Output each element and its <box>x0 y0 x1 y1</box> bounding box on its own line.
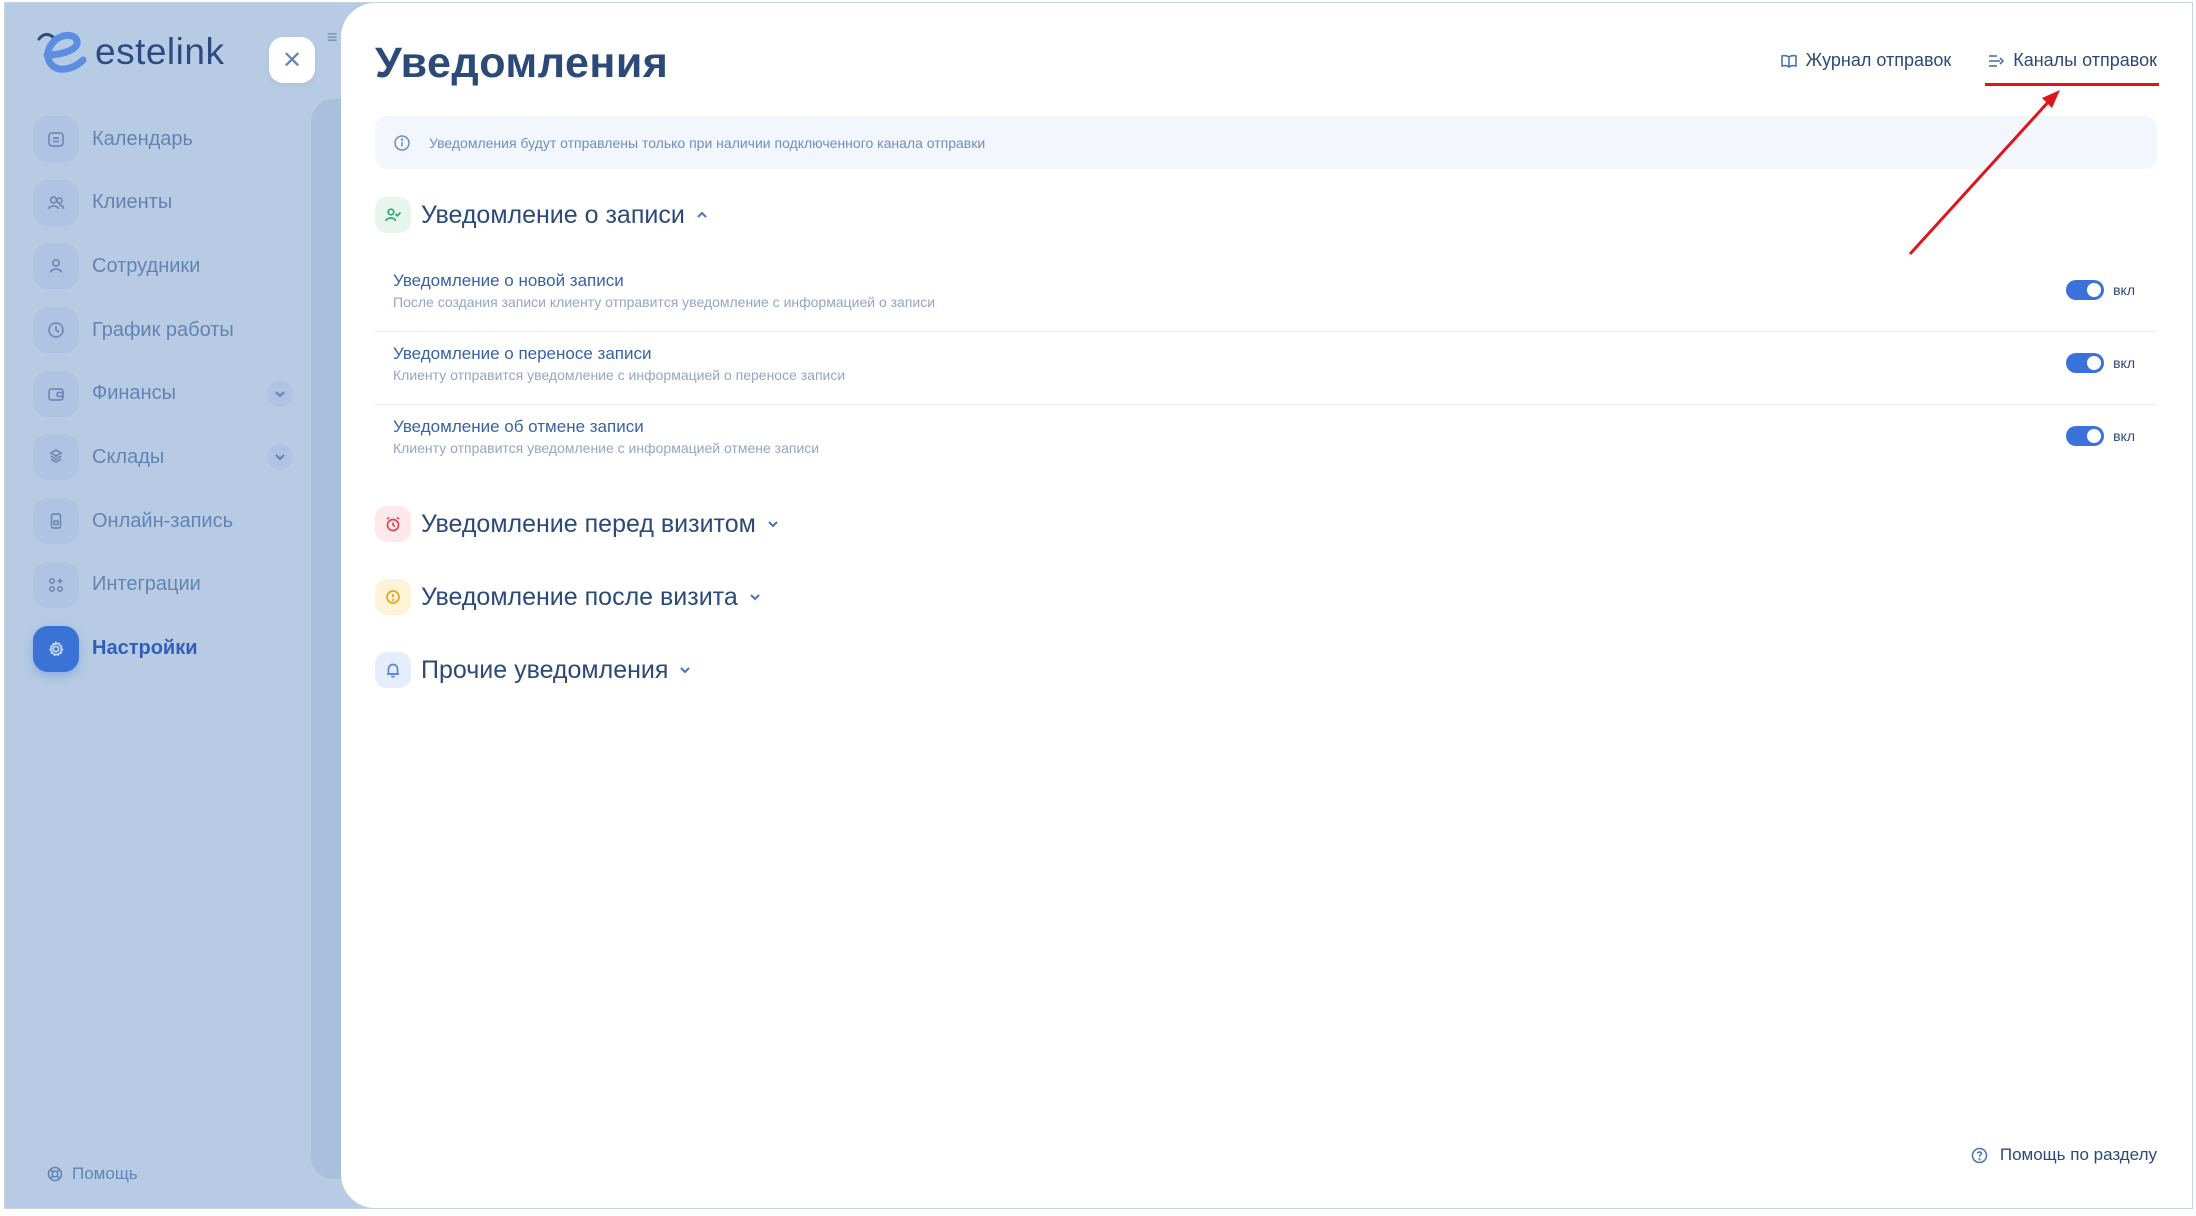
gear-icon <box>33 625 79 672</box>
clients-icon <box>33 179 79 226</box>
sidebar-item-label: Финансы <box>92 382 176 405</box>
sidebar-item-staff[interactable]: Сотрудники <box>33 242 293 290</box>
info-banner: Уведомления будут отправлены только при … <box>375 116 2157 169</box>
section-other-header[interactable]: Прочие уведомления <box>375 652 692 688</box>
toggle-new-booking[interactable]: вкл <box>2066 280 2135 300</box>
toggle-switch[interactable] <box>2066 426 2105 446</box>
info-icon <box>394 134 410 151</box>
sidebar-nav: Календарь Клиенты Сотрудники График рабо… <box>33 115 293 688</box>
sidebar-item-label: Интеграции <box>92 573 201 596</box>
logo-icon <box>37 32 87 73</box>
section-before-visit-header[interactable]: Уведомление перед визитом <box>375 506 780 542</box>
sidebar-item-schedule[interactable]: График работы <box>33 306 293 354</box>
user-icon <box>33 243 79 290</box>
sidebar-item-label: Склады <box>92 445 165 468</box>
toggle-switch[interactable] <box>2066 280 2105 300</box>
info-text: Уведомления будут отправлены только при … <box>429 134 986 151</box>
toggle-label: вкл <box>2113 355 2135 371</box>
row-description: Клиенту отправится уведомление с информа… <box>393 440 820 456</box>
toggle-label: вкл <box>2113 428 2135 444</box>
section-help-link[interactable]: Помощь по разделу <box>1971 1145 2157 1165</box>
sidebar-item-settings[interactable]: Настройки <box>33 625 293 673</box>
menu-icon: ≡ <box>327 27 338 47</box>
boxes-icon <box>33 434 79 481</box>
channels-icon <box>1989 54 2005 67</box>
sidebar: estelink ✕ Календарь Клиенты Сотрудники … <box>5 3 335 1208</box>
chevron-up-icon <box>695 208 709 222</box>
list-item: Уведомление о переносе записи Клиенту от… <box>375 332 2157 405</box>
sidebar-item-label: График работы <box>92 318 234 341</box>
chevron-down-icon[interactable] <box>267 380 293 407</box>
row-title: Уведомление о новой записи <box>393 271 624 290</box>
row-description: После создания записи клиенту отправится… <box>393 294 936 310</box>
sidebar-item-label: Календарь <box>92 127 193 150</box>
chevron-down-icon <box>678 663 692 677</box>
list-item: Уведомление о новой записи После создани… <box>375 259 2157 332</box>
clock-icon <box>33 307 79 354</box>
journal-link-label: Журнал отправок <box>1805 50 1952 70</box>
journal-link[interactable]: Журнал отправок <box>1780 50 1952 71</box>
sidebar-item-clients[interactable]: Клиенты <box>33 179 293 227</box>
lifebuoy-icon <box>47 1166 63 1182</box>
sidebar-item-label: Клиенты <box>92 191 173 214</box>
page-title: Уведомления <box>375 39 669 87</box>
section-title: Уведомление перед визитом <box>421 509 756 538</box>
channels-link[interactable]: Каналы отправок <box>1985 50 2159 86</box>
sidebar-item-label: Онлайн-запись <box>92 509 233 532</box>
section-help-label: Помощь по разделу <box>1999 1145 2157 1164</box>
section-booking-header[interactable]: Уведомление о записи <box>375 197 709 233</box>
sidebar-item-label: Настройки <box>92 637 198 659</box>
sidebar-help-label: Помощь <box>72 1164 138 1183</box>
channels-link-label: Каналы отправок <box>2013 50 2157 70</box>
app-frame: estelink ✕ Календарь Клиенты Сотрудники … <box>4 2 2193 1209</box>
row-title: Уведомление об отмене записи <box>393 417 644 436</box>
row-description: Клиенту отправится уведомление с информа… <box>393 367 846 383</box>
wallet-icon <box>33 370 79 417</box>
header-links: Журнал отправок Каналы отправок <box>1744 50 2159 86</box>
chevron-down-icon[interactable] <box>267 444 293 471</box>
sidebar-item-warehouse[interactable]: Склады <box>33 433 293 481</box>
list-item: Уведомление об отмене записи Клиенту отп… <box>375 405 2157 478</box>
bell-icon <box>375 652 411 688</box>
clock-alert-icon <box>375 579 411 615</box>
logo: estelink <box>33 29 224 75</box>
book-icon <box>1780 54 1797 68</box>
section-title: Уведомление после визита <box>421 582 738 611</box>
chevron-down-icon <box>766 517 780 531</box>
notifications-modal: Уведомления Журнал отправок Каналы отпра… <box>341 3 2192 1208</box>
grid-plus-icon <box>33 561 79 608</box>
section-title: Уведомление о записи <box>421 200 685 229</box>
section-after-visit-header[interactable]: Уведомление после визита <box>375 579 762 615</box>
user-check-icon <box>375 197 411 233</box>
row-title: Уведомление о переносе записи <box>393 344 652 363</box>
help-circle-icon <box>1971 1147 1988 1163</box>
close-menu-button[interactable]: ✕ <box>269 37 315 83</box>
annotation-underline <box>1985 83 2159 86</box>
sidebar-item-online-booking[interactable]: Онлайн-запись <box>33 497 293 545</box>
sidebar-item-calendar[interactable]: Календарь <box>33 115 293 163</box>
toggle-reschedule[interactable]: вкл <box>2066 353 2135 373</box>
sidebar-item-integrations[interactable]: Интеграции <box>33 561 293 609</box>
toggle-cancel[interactable]: вкл <box>2066 426 2135 446</box>
sidebar-help-link[interactable]: Помощь <box>47 1164 138 1184</box>
booking-rows: Уведомление о новой записи После создани… <box>375 259 2157 478</box>
toggle-switch[interactable] <box>2066 353 2105 373</box>
logo-text: estelink <box>95 31 225 72</box>
section-title: Прочие уведомления <box>421 655 669 684</box>
alarm-icon <box>375 506 411 542</box>
toggle-label: вкл <box>2113 282 2135 298</box>
close-icon: ✕ <box>281 46 303 74</box>
calendar-icon <box>33 116 79 162</box>
chevron-down-icon <box>748 590 762 604</box>
sidebar-item-label: Сотрудники <box>92 254 201 277</box>
phone-icon <box>33 498 79 545</box>
sidebar-item-finance[interactable]: Финансы <box>33 370 293 418</box>
